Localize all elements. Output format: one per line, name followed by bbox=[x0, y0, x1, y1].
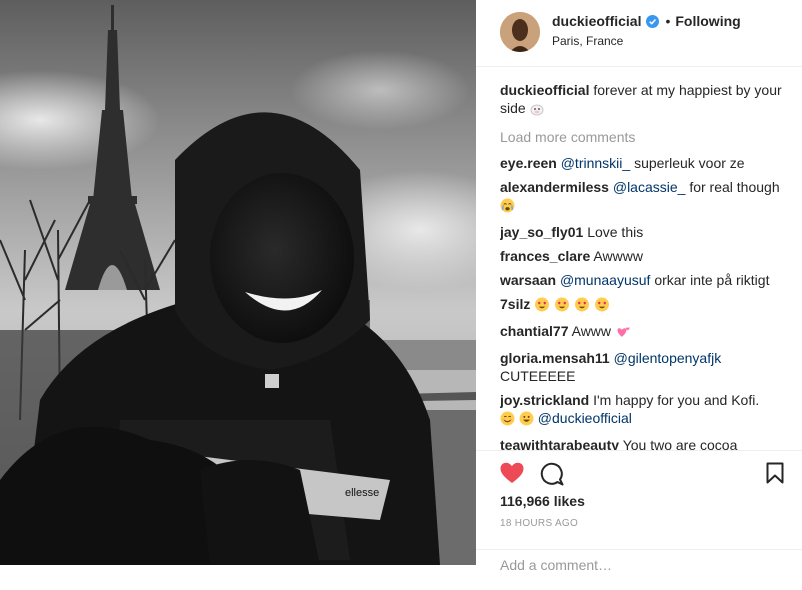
following-button[interactable]: Following bbox=[675, 13, 740, 29]
comment-text: Love this bbox=[587, 224, 644, 240]
likes-count[interactable]: 116,966 likes bbox=[500, 493, 585, 509]
comment: teawithtarabeauty You two are cocoa perf… bbox=[500, 436, 796, 451]
comment: eye.reen @trinnskii_ superleuk voor ze bbox=[500, 154, 796, 172]
like-heart-icon[interactable] bbox=[500, 462, 524, 484]
add-comment-placeholder: Add a comment… bbox=[500, 557, 613, 573]
comment-text: I'm happy for you and Kofi. bbox=[593, 392, 760, 408]
load-more-comments-link[interactable]: Load more comments bbox=[500, 128, 796, 146]
grinning-emoji-icon bbox=[519, 411, 534, 430]
heart-eyes-emoji-icon bbox=[574, 297, 590, 316]
comment-username[interactable]: warsaan bbox=[500, 272, 556, 288]
comment-username[interactable]: chantial77 bbox=[500, 323, 568, 339]
post-header: duckieofficial • Following Paris, France bbox=[476, 0, 802, 67]
comment: alexandermiless @lacassie_ for real thou… bbox=[500, 178, 796, 217]
comment-text: Awwww bbox=[593, 248, 643, 264]
comment-text: for real though bbox=[689, 179, 780, 195]
comments-list: duckieofficial forever at my happiest by… bbox=[500, 81, 796, 451]
comment-username[interactable]: gloria.mensah11 bbox=[500, 350, 610, 366]
comment-username[interactable]: jay_so_fly01 bbox=[500, 224, 583, 240]
post-side-panel: duckieofficial • Following Paris, France… bbox=[476, 0, 802, 573]
comment-mention[interactable]: @trinnskii_ bbox=[561, 155, 630, 171]
verified-badge-icon bbox=[646, 14, 660, 28]
comment-mention[interactable]: @duckieofficial bbox=[538, 410, 632, 426]
username-link[interactable]: duckieofficial bbox=[552, 13, 641, 29]
avatar[interactable] bbox=[500, 12, 540, 52]
crying-emoji-icon bbox=[500, 198, 515, 217]
location-link[interactable]: Paris, France bbox=[552, 34, 623, 48]
header-line: duckieofficial • Following bbox=[552, 13, 741, 29]
comment-username[interactable]: frances_clare bbox=[500, 248, 590, 264]
comment-username[interactable]: teawithtarabeauty bbox=[500, 437, 619, 451]
heart-eyes-emoji-icon bbox=[594, 297, 610, 316]
comment: chantial77 Awww bbox=[500, 322, 796, 343]
comment: jay_so_fly01 Love this bbox=[500, 223, 796, 241]
heart-eyes-emoji-icon bbox=[554, 297, 570, 316]
post-actions: 116,966 likes 18 HOURS AGO Add a comment… bbox=[476, 450, 802, 573]
cow-emoji-icon bbox=[530, 102, 544, 120]
separator-dot: • bbox=[665, 13, 671, 29]
comment-mention[interactable]: @gilentopenyafjk bbox=[614, 350, 722, 366]
comment-mention[interactable]: @munaayusuf bbox=[560, 272, 650, 288]
selfie-image: ellesse bbox=[0, 0, 476, 565]
comment-username[interactable]: 7silz bbox=[500, 296, 530, 312]
comment-username[interactable]: joy.strickland bbox=[500, 392, 589, 408]
comment-mention[interactable]: @lacassie_ bbox=[613, 179, 686, 195]
comment: frances_clare Awwww bbox=[500, 247, 796, 265]
comment-username[interactable]: eye.reen bbox=[500, 155, 557, 171]
comment: gloria.mensah11 @gilentopenyafjk CUTEEEE… bbox=[500, 349, 796, 385]
caption-username[interactable]: duckieofficial bbox=[500, 82, 589, 98]
instagram-post: ellesse duckieofficial • Following Paris… bbox=[0, 0, 802, 573]
post-photo[interactable]: ellesse bbox=[0, 0, 476, 565]
post-timestamp[interactable]: 18 HOURS AGO bbox=[500, 518, 578, 529]
save-bookmark-icon[interactable] bbox=[766, 462, 784, 484]
comment: joy.strickland I'm happy for you and Kof… bbox=[500, 391, 796, 430]
jacket-brand: ellesse bbox=[345, 487, 379, 499]
comment-text: superleuk voor ze bbox=[634, 155, 745, 171]
comment-text: CUTEEEEE bbox=[500, 368, 576, 384]
heart-eyes-emoji-icon bbox=[534, 297, 550, 316]
comment-bubble-icon[interactable] bbox=[540, 462, 564, 486]
caption: duckieofficial forever at my happiest by… bbox=[500, 81, 796, 120]
smiling-emoji-icon bbox=[500, 411, 515, 430]
comment-text: Awww bbox=[571, 323, 612, 339]
comment: 7silz bbox=[500, 295, 796, 316]
add-comment-field[interactable]: Add a comment… bbox=[476, 549, 802, 590]
comment-username[interactable]: alexandermiless bbox=[500, 179, 609, 195]
comment: warsaan @munaayusuf orkar inte på riktig… bbox=[500, 271, 796, 289]
two-hearts-emoji-icon bbox=[615, 324, 631, 343]
comment-text: orkar inte på riktigt bbox=[654, 272, 770, 288]
